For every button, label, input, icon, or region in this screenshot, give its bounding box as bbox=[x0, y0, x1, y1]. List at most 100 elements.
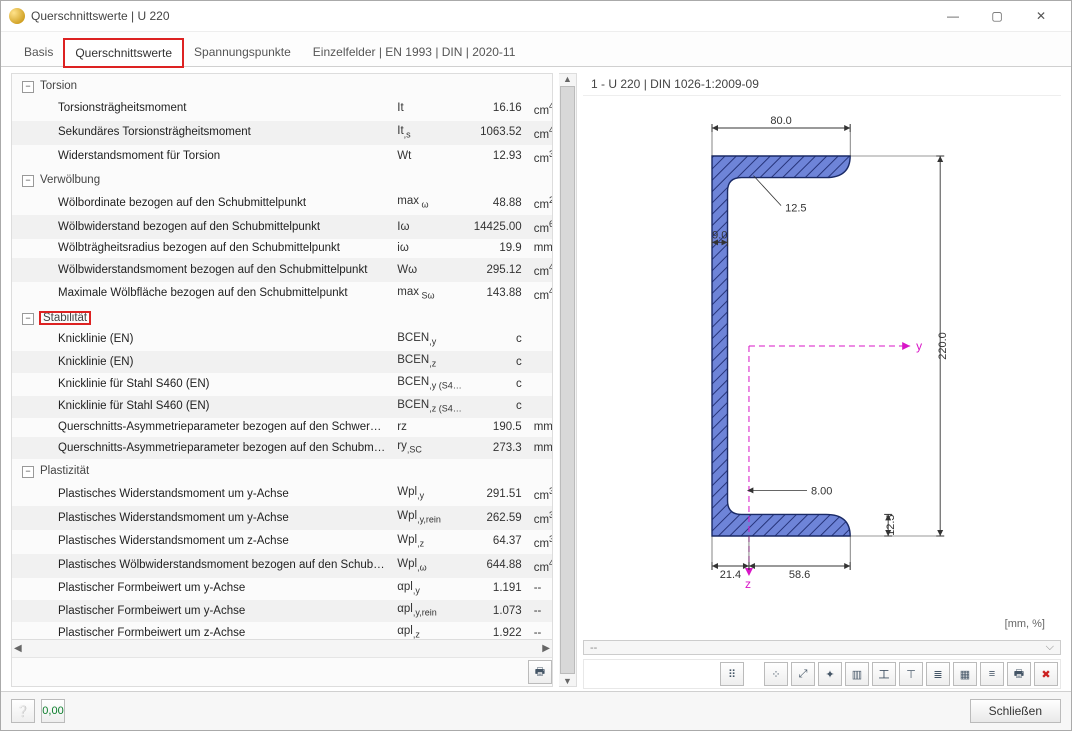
property-row[interactable]: Knicklinie (EN)BCEN,zc bbox=[12, 351, 552, 373]
property-symbol: Wpl,z bbox=[391, 530, 467, 554]
svg-text:12.5: 12.5 bbox=[785, 203, 806, 215]
property-name: Knicklinie für Stahl S460 (EN) bbox=[12, 396, 391, 418]
property-value: 262.59 bbox=[468, 506, 528, 530]
property-row[interactable]: Wölbwiderstand bezogen auf den Schubmitt… bbox=[12, 215, 552, 239]
property-row[interactable]: Sekundäres TorsionsträgheitsmomentIt,s10… bbox=[12, 121, 552, 145]
property-row[interactable]: Maximale Wölbfläche bezogen auf den Schu… bbox=[12, 282, 552, 306]
vertical-scrollbar[interactable]: ▲▼ bbox=[559, 73, 577, 687]
property-row[interactable]: Plastisches Widerstandsmoment um z-Achse… bbox=[12, 530, 552, 554]
property-symbol: BCEN,y (S4… bbox=[391, 373, 467, 395]
property-name: Torsionsträgheitsmoment bbox=[12, 97, 391, 121]
properties-panel: −TorsionTorsionsträgheitsmomentIt16.16cm… bbox=[11, 73, 553, 687]
property-row[interactable]: Plastisches Wölbwiderstandsmoment bezoge… bbox=[12, 554, 552, 578]
reset-icon[interactable]: ✖ bbox=[1034, 662, 1058, 686]
property-value: 12.93 bbox=[468, 145, 528, 169]
property-value: 190.5 bbox=[468, 418, 528, 437]
property-name: Wölbwiderstandsmoment bezogen auf den Sc… bbox=[12, 258, 391, 282]
list-icon[interactable]: ≡ bbox=[980, 662, 1004, 686]
property-unit bbox=[528, 373, 552, 395]
window-minimize-button[interactable]: — bbox=[931, 2, 975, 30]
property-symbol: BCEN,z bbox=[391, 351, 467, 373]
window-maximize-button[interactable]: ▢ bbox=[975, 2, 1019, 30]
section-stress-icon[interactable]: ▥ bbox=[845, 662, 869, 686]
property-name: Sekundäres Torsionsträgheitsmoment bbox=[12, 121, 391, 145]
property-value: 1.922 bbox=[468, 622, 528, 639]
property-row[interactable]: Knicklinie für Stahl S460 (EN)BCEN,y (S4… bbox=[12, 373, 552, 395]
group-plastizität[interactable]: −Plastizität bbox=[12, 459, 552, 482]
property-row[interactable]: Plastischer Formbeiwert um z-Achseαpl,z1… bbox=[12, 622, 552, 639]
result-selector-value: -- bbox=[590, 642, 597, 654]
property-row[interactable]: Wölbträgheitsradius bezogen auf den Schu… bbox=[12, 239, 552, 258]
tab-basis[interactable]: Basis bbox=[13, 38, 64, 66]
help-icon[interactable]: ❔ bbox=[11, 699, 35, 723]
section-i-icon[interactable]: 工 bbox=[872, 662, 896, 686]
property-row[interactable]: Knicklinie für Stahl S460 (EN)BCEN,z (S4… bbox=[12, 396, 552, 418]
view-options-icon[interactable]: ⠿ bbox=[720, 662, 744, 686]
property-value: 48.88 bbox=[468, 191, 528, 215]
property-unit: mm bbox=[528, 437, 552, 459]
property-symbol: Wpl,ω bbox=[391, 554, 467, 578]
section-canvas[interactable]: yz80.0220.012.59.08.0012.521.458.6 [mm, … bbox=[583, 96, 1061, 636]
property-symbol: It,s bbox=[391, 121, 467, 145]
collapse-toggle[interactable]: − bbox=[22, 313, 34, 325]
grid-icon[interactable]: ▦ bbox=[953, 662, 977, 686]
property-symbol: BCEN,y bbox=[391, 329, 467, 351]
property-row[interactable]: Knicklinie (EN)BCEN,yc bbox=[12, 329, 552, 351]
property-row[interactable]: Wölbwiderstandsmoment bezogen auf den Sc… bbox=[12, 258, 552, 282]
grid-points-icon[interactable]: ⁘ bbox=[764, 662, 788, 686]
property-row[interactable]: Plastisches Widerstandsmoment um y-Achse… bbox=[12, 506, 552, 530]
properties-tree[interactable]: −TorsionTorsionsträgheitsmomentIt16.16cm… bbox=[12, 74, 552, 639]
property-value: 273.3 bbox=[468, 437, 528, 459]
property-name: Plastischer Formbeiwert um y-Achse bbox=[12, 578, 391, 600]
svg-text:58.6: 58.6 bbox=[789, 569, 810, 581]
property-row[interactable]: Querschnitts-Asymmetrieparameter bezogen… bbox=[12, 418, 552, 437]
property-unit: cm4 bbox=[528, 97, 552, 121]
property-symbol: Wpl,y,rein bbox=[391, 506, 467, 530]
property-row[interactable]: Plastisches Widerstandsmoment um y-Achse… bbox=[12, 482, 552, 506]
preview-title: 1 - U 220 | DIN 1026-1:2009-09 bbox=[583, 73, 1061, 96]
group-verwölbung[interactable]: −Verwölbung bbox=[12, 168, 552, 191]
property-name: Maximale Wölbfläche bezogen auf den Schu… bbox=[12, 282, 391, 306]
group-torsion[interactable]: −Torsion bbox=[12, 74, 552, 97]
tab-spannungspunkte[interactable]: Spannungspunkte bbox=[183, 38, 302, 66]
property-name: Knicklinie für Stahl S460 (EN) bbox=[12, 373, 391, 395]
property-name: Plastischer Formbeiwert um z-Achse bbox=[12, 622, 391, 639]
scale-icon[interactable]: ⤢ bbox=[791, 662, 815, 686]
section-t-icon[interactable]: ⊤ bbox=[899, 662, 923, 686]
collapse-toggle[interactable]: − bbox=[22, 466, 34, 478]
collapse-toggle[interactable]: − bbox=[22, 175, 34, 187]
tab-einzelfelder-en-1993-din-2020-11[interactable]: Einzelfelder | EN 1993 | DIN | 2020-11 bbox=[302, 38, 527, 66]
property-symbol: Wt bbox=[391, 145, 467, 169]
property-value: 1.073 bbox=[468, 600, 528, 622]
property-symbol: iω bbox=[391, 239, 467, 258]
close-button[interactable]: Schließen bbox=[970, 699, 1061, 723]
horizontal-scrollbar[interactable]: ◀▶ bbox=[12, 639, 552, 657]
property-unit: cm3 bbox=[528, 145, 552, 169]
tab-querschnittswerte[interactable]: Querschnittswerte bbox=[64, 39, 183, 67]
property-name: Querschnitts-Asymmetrieparameter bezogen… bbox=[12, 418, 391, 437]
svg-text:y: y bbox=[916, 339, 922, 353]
collapse-toggle[interactable]: − bbox=[22, 81, 34, 93]
export-table-icon[interactable]: 🖶 bbox=[528, 660, 552, 684]
property-row[interactable]: TorsionsträgheitsmomentIt16.16cm4 bbox=[12, 97, 552, 121]
window-close-button[interactable]: ✕ bbox=[1019, 2, 1063, 30]
property-row[interactable]: Plastischer Formbeiwert um y-Achseαpl,y,… bbox=[12, 600, 552, 622]
property-row[interactable]: Querschnitts-Asymmetrieparameter bezogen… bbox=[12, 437, 552, 459]
svg-text:80.0: 80.0 bbox=[770, 115, 791, 127]
group-stabilität[interactable]: −Stabilität bbox=[12, 306, 552, 329]
property-unit: cm2 bbox=[528, 191, 552, 215]
units-settings-icon[interactable]: 0,00 bbox=[41, 699, 65, 723]
svg-text:12.5: 12.5 bbox=[885, 514, 897, 535]
axes-icon[interactable]: ✦ bbox=[818, 662, 842, 686]
property-row[interactable]: Wölbordinate bezogen auf den Schubmittel… bbox=[12, 191, 552, 215]
property-name: Knicklinie (EN) bbox=[12, 351, 391, 373]
property-value: c bbox=[468, 351, 528, 373]
property-row[interactable]: Widerstandsmoment für TorsionWt12.93cm3 bbox=[12, 145, 552, 169]
result-selector[interactable]: -- ⌵ bbox=[583, 640, 1061, 655]
dims-toggle-icon[interactable]: ≣ bbox=[926, 662, 950, 686]
property-unit: cm3 bbox=[528, 506, 552, 530]
property-name: Plastisches Widerstandsmoment um y-Achse bbox=[12, 482, 391, 506]
property-value: c bbox=[468, 373, 528, 395]
print-icon[interactable]: 🖶 bbox=[1007, 662, 1031, 686]
property-row[interactable]: Plastischer Formbeiwert um y-Achseαpl,y1… bbox=[12, 578, 552, 600]
